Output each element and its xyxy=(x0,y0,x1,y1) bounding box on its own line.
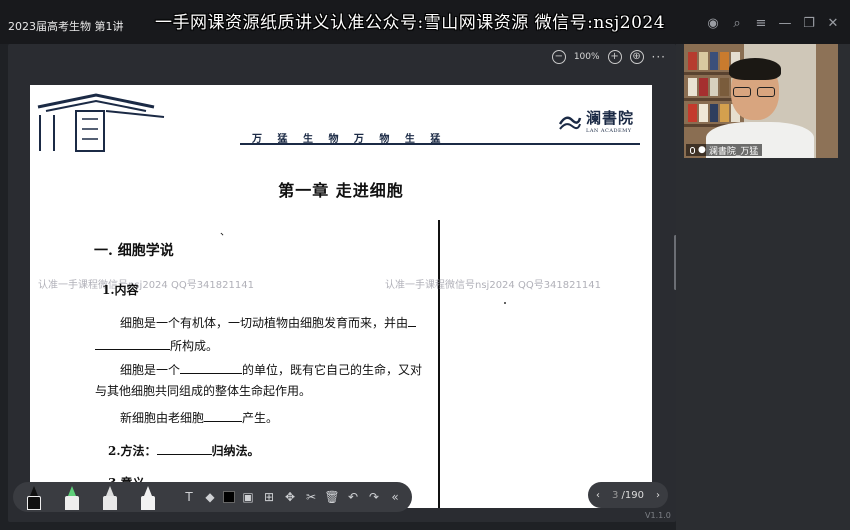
subsection-method: 2.方法： 归纳法。 xyxy=(108,444,260,458)
cut-icon[interactable]: ✂ xyxy=(303,489,319,505)
presenter-video[interactable]: ● 澜書院_万猛 xyxy=(684,44,838,158)
close-icon[interactable]: ✕ xyxy=(824,14,842,32)
academy-logo: 澜書院 LAN ACADEMY xyxy=(558,107,634,134)
camera-icon[interactable]: ◉ xyxy=(704,14,722,32)
mic-icon xyxy=(690,146,695,154)
header-divider xyxy=(240,143,640,145)
chapter-title: 第一章 走进细胞 xyxy=(278,181,404,200)
doc-toolbar: − 100% + ⊕ ··· xyxy=(551,50,666,64)
image-icon[interactable]: ▣ xyxy=(240,489,256,505)
shape-icon[interactable]: ◆ xyxy=(202,489,218,505)
wave-logo-icon xyxy=(558,116,582,130)
logo-text: 澜書院 xyxy=(586,109,635,127)
search-icon[interactable]: ⌕ xyxy=(728,14,746,32)
stray-dot xyxy=(504,302,506,304)
text-icon[interactable]: T xyxy=(181,489,197,505)
subsection-content: 1.内容 xyxy=(102,283,139,297)
app-title: 2023届高考生物 第1讲 xyxy=(8,20,124,33)
white-marker-tool[interactable] xyxy=(137,484,159,510)
black-pen-tool[interactable] xyxy=(23,484,45,510)
document-page: 万 猛 生 物 万 物 生 猛 澜書院 LAN ACADEMY 第一章 走进细胞… xyxy=(30,85,652,508)
title-bar: 2023届高考生物 第1讲 一手网课资源纸质讲义认准公众号:雪山网课资源 微信号… xyxy=(0,0,850,44)
banner-overlay: 一手网课资源纸质讲义认准公众号:雪山网课资源 微信号:nsj2024 xyxy=(155,13,666,33)
paragraph-2: 细胞是一个 的单位，既有它自己的生命，又对 xyxy=(120,363,423,377)
tick-mark: 、 xyxy=(220,227,230,238)
redo-icon[interactable]: ↷ xyxy=(366,489,382,505)
delete-icon[interactable]: 🗑 xyxy=(324,489,340,505)
version-label: V1.1.0 xyxy=(645,511,671,520)
section-title: 一. 细胞学说 xyxy=(94,243,174,259)
page-navigator: ‹ 3 /190 › xyxy=(588,482,668,508)
next-page-button[interactable]: › xyxy=(656,490,660,501)
current-page[interactable]: 3 xyxy=(612,490,618,501)
user-icon: ● xyxy=(698,145,706,155)
collapse-icon[interactable]: « xyxy=(387,489,403,505)
fit-page-icon[interactable]: ⊕ xyxy=(629,50,644,64)
prev-page-button[interactable]: ‹ xyxy=(596,490,600,501)
eave-decoration-icon xyxy=(37,93,165,152)
annotation-toolbar: T ◆ ▣ ⊞ ✥ ✂ 🗑 ↶ ↷ « xyxy=(13,482,412,512)
zoom-level: 100% xyxy=(573,52,600,62)
window-controls: ◉ ⌕ ≡ — ❐ ✕ xyxy=(704,14,842,32)
zoom-in-icon[interactable]: + xyxy=(607,50,622,64)
move-icon[interactable]: ✥ xyxy=(282,489,298,505)
menu-icon[interactable]: ≡ xyxy=(752,14,770,32)
color-swatch[interactable] xyxy=(223,491,235,503)
zoom-out-icon[interactable]: − xyxy=(551,50,566,64)
presenter-tag: ● 澜書院_万猛 xyxy=(686,144,763,157)
logo-subtext: LAN ACADEMY xyxy=(586,128,632,134)
eraser-pen-tool[interactable] xyxy=(99,484,121,510)
undo-icon[interactable]: ↶ xyxy=(345,489,361,505)
more-icon[interactable]: ··· xyxy=(652,50,666,64)
paragraph-1: 细胞是一个有机体，一切动植物由细胞发育而来，并由 xyxy=(120,315,417,329)
total-pages: /190 xyxy=(621,489,645,501)
watermark-left: 认准一手课程微信号nsj2024 QQ号341821141 xyxy=(38,280,254,291)
watermark-right: 认准一手课程微信号nsj2024 QQ号341821141 xyxy=(385,280,601,291)
add-icon[interactable]: ⊞ xyxy=(261,489,277,505)
presenter-name: 澜書院_万猛 xyxy=(708,146,759,157)
minimize-icon[interactable]: — xyxy=(776,14,794,32)
paragraph-2-cont: 与其他细胞共同组成的整体生命起作用。 xyxy=(95,384,312,398)
paragraph-1-cont: 所构成。 xyxy=(95,338,218,352)
column-divider xyxy=(438,220,440,508)
paragraph-3: 新细胞由老细胞 产生。 xyxy=(120,411,279,425)
green-highlighter-tool[interactable] xyxy=(61,484,83,510)
restore-icon[interactable]: ❐ xyxy=(800,14,818,32)
glasses xyxy=(733,87,777,97)
